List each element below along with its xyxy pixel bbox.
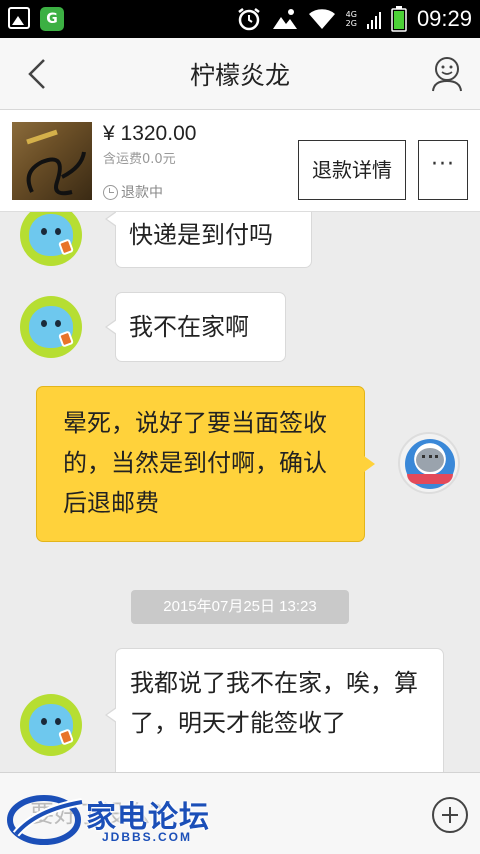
message-bubble-outgoing[interactable]: 晕死，说好了要当面签收的，当然是到付啊，确认后退邮费 bbox=[36, 386, 375, 542]
seller-avatar[interactable] bbox=[20, 694, 82, 756]
shipping-fee: 含运费0.0元 bbox=[103, 152, 176, 167]
chat-message-list[interactable]: 快递是到付吗 我不在家啊 晕死，说好了要当面签收的，当然是到付啊，确认后退邮费 … bbox=[0, 212, 480, 772]
more-options-button[interactable]: ··· bbox=[418, 140, 468, 200]
profile-icon[interactable] bbox=[430, 56, 464, 92]
system-icons: 4G 2G 09:29 bbox=[236, 3, 472, 35]
seller-avatar[interactable] bbox=[20, 212, 82, 266]
status-bar: G 4G 2G 09:29 bbox=[0, 0, 480, 38]
watermark-url: JDBBS.COM bbox=[102, 830, 193, 844]
message-timestamp: 2015年07月25日 13:23 bbox=[131, 590, 349, 624]
product-price: ¥ 1320.00 bbox=[103, 122, 197, 145]
order-summary-bar: ¥ 1320.00 含运费0.0元 退款中 退款详情 ··· bbox=[0, 110, 480, 212]
message-bubble-incoming[interactable]: 我都说了我不在家，唉，算了，明天才能签收了 bbox=[105, 648, 444, 772]
gallery-notification-icon bbox=[8, 7, 30, 29]
header-bar: 柠檬炎龙 bbox=[0, 38, 480, 110]
clock-time: 09:29 bbox=[416, 6, 472, 31]
watermark-logo-icon bbox=[7, 795, 83, 845]
my-avatar[interactable] bbox=[398, 432, 460, 494]
wifi-icon bbox=[308, 9, 335, 29]
refund-status: 退款中 bbox=[103, 182, 163, 202]
site-watermark: 家电论坛 JDBBS.COM bbox=[6, 790, 226, 850]
message-bubble-incoming[interactable]: 快递是到付吗 bbox=[105, 212, 312, 268]
notification-icons: G bbox=[8, 7, 64, 31]
band-decoration bbox=[407, 474, 453, 484]
refund-details-button[interactable]: 退款详情 bbox=[298, 140, 406, 200]
signal-icon bbox=[366, 12, 381, 29]
refund-status-label: 退款中 bbox=[121, 185, 163, 201]
clock-icon bbox=[103, 184, 118, 200]
message-bubble-incoming[interactable]: 我不在家啊 bbox=[105, 292, 286, 362]
seller-avatar[interactable] bbox=[20, 296, 82, 358]
add-attachment-icon[interactable] bbox=[432, 797, 468, 833]
product-thumbnail[interactable] bbox=[12, 122, 92, 200]
network-type-indicator: 4G 2G bbox=[345, 10, 357, 28]
seal-face-icon bbox=[416, 448, 444, 472]
photo-icon bbox=[272, 9, 297, 29]
security-app-icon: G bbox=[40, 7, 64, 31]
alarm-icon bbox=[237, 8, 260, 31]
chat-contact-name: 柠檬炎龙 bbox=[189, 61, 290, 90]
battery-icon bbox=[391, 6, 407, 32]
